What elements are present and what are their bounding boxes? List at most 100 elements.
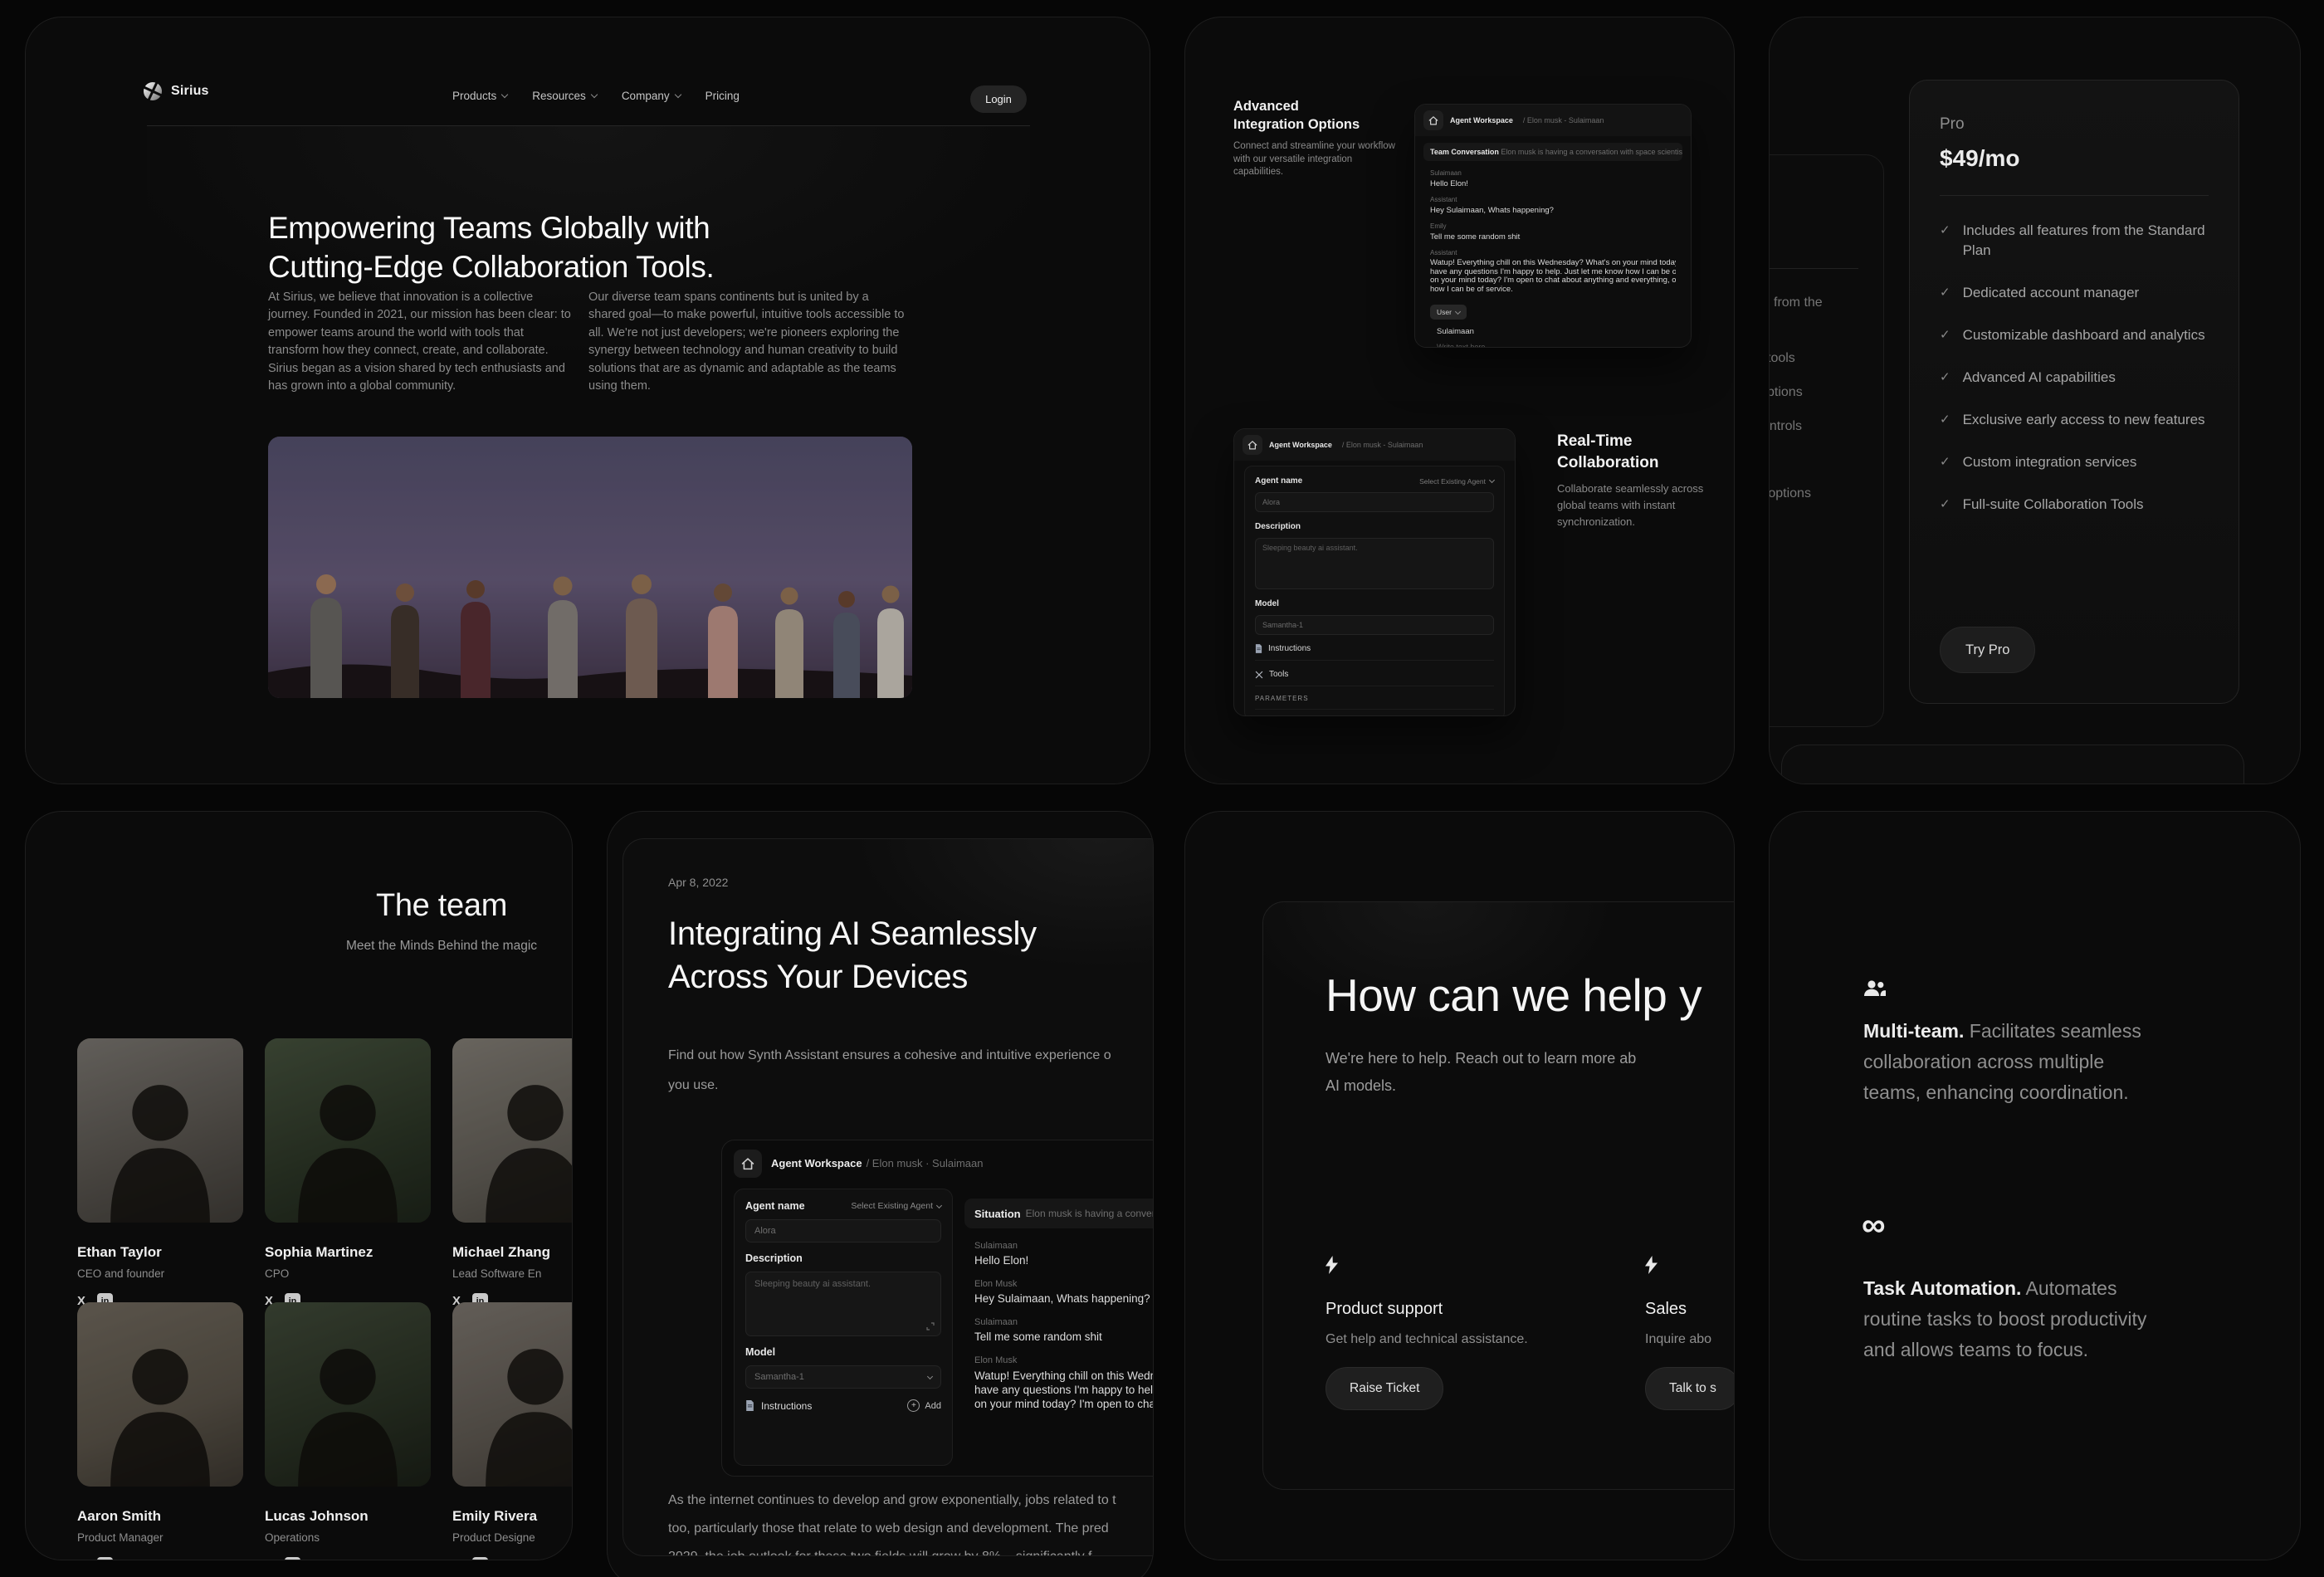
tools-row[interactable]: Tools: [1255, 670, 1494, 686]
message-author: Elon Musk: [974, 1279, 1018, 1289]
member-name: Aaron Smith: [77, 1508, 162, 1524]
description-label: Description: [745, 1252, 803, 1264]
workspace-header: Agent Workspace / Elon musk - Sulaimaan: [1415, 105, 1691, 136]
try-pro-button[interactable]: Try Pro: [1940, 627, 2036, 673]
hero-headline: Empowering Teams Globally with Cutting-E…: [268, 210, 715, 284]
chevron-down-icon: [590, 90, 598, 98]
check-icon: ✓: [1940, 497, 1950, 511]
x-social-icon[interactable]: X: [77, 1558, 85, 1560]
nav-item-pricing[interactable]: Pricing: [706, 90, 740, 102]
sales-desc: Inquire abo: [1645, 1332, 1712, 1346]
divider: [1940, 195, 2209, 196]
expand-icon[interactable]: [926, 1322, 935, 1330]
check-icon: ✓: [1940, 455, 1950, 469]
message-author: Emily: [1430, 222, 1447, 230]
breadcrumb-path: / Elon musk - Sulaimaan: [1522, 116, 1604, 124]
nav-item-company[interactable]: Company: [622, 90, 681, 102]
composer-input[interactable]: Write text here ...: [1437, 343, 1691, 347]
check-icon: ✓: [1940, 223, 1950, 237]
team-group-photo: [268, 437, 912, 698]
feature-row: ✓ Custom integration services: [1940, 452, 2209, 472]
agent-name-input[interactable]: Alora: [745, 1219, 941, 1243]
pro-plan-card: Pro $49/mo ✓ Includes all features from t…: [1909, 80, 2239, 704]
message-text: Hey Sulaimaan, Whats happening?: [1430, 206, 1554, 215]
blog-intro: Find out how Synth Assistant ensures a c…: [668, 1048, 1111, 1092]
message-line: on your mind today? I'm open to chat a: [974, 1398, 1154, 1410]
add-instruction-button[interactable]: + Add: [907, 1399, 941, 1412]
workspace-header: Agent Workspace / Elon musk · Sulaimaan: [734, 1150, 983, 1178]
description-textarea[interactable]: Sleeping beauty ai assistant.: [745, 1272, 941, 1336]
linkedin-icon[interactable]: in: [285, 1557, 301, 1560]
member-name: Lucas Johnson: [265, 1508, 369, 1524]
agent-name-label: Agent name: [745, 1200, 805, 1212]
sales-block: Sales Inquire abo Talk to s: [1645, 1256, 1734, 1410]
message-author: Assistant: [1430, 249, 1457, 256]
member-name: Ethan Taylor: [77, 1244, 162, 1260]
description-textarea[interactable]: Sleeping beauty ai assistant.: [1255, 538, 1494, 589]
talk-to-sales-button[interactable]: Talk to s: [1645, 1367, 1734, 1410]
hero-paragraph-1: At Sirius, we believe that innovation is…: [268, 290, 571, 393]
message-text: Tell me some random shit: [974, 1330, 1102, 1343]
chevron-down-icon: [935, 1202, 943, 1208]
model-input[interactable]: Samantha-1: [1255, 615, 1494, 635]
message-author: Elon Musk: [974, 1355, 1018, 1365]
blog-card[interactable]: Apr 8, 2022 Integrating AI Seamlessly Ac…: [622, 838, 1154, 1556]
blog-title: Integrating AI Seamlessly Across Your De…: [668, 915, 1037, 995]
agent-name-input[interactable]: Alora: [1255, 492, 1494, 512]
role-selector-dropdown[interactable]: User: [1430, 305, 1467, 320]
x-social-icon[interactable]: X: [265, 1558, 273, 1560]
feature-row: ✓ Includes all features from the Standard…: [1940, 221, 2209, 261]
sales-title: Sales: [1645, 1300, 1687, 1318]
message-line: how I can be of service.: [1430, 285, 1513, 294]
login-button[interactable]: Login: [970, 85, 1027, 113]
home-icon[interactable]: [1423, 110, 1443, 130]
team-grid: Ethan Taylor CEO and founder Xin Sophia …: [77, 1038, 572, 1560]
hero-paragraph-2: Our diverse team spans continents but is…: [588, 290, 905, 393]
feature-row: ✓ Full-suite Collaboration Tools: [1940, 495, 2209, 515]
message-author: Sulaimaan: [1430, 169, 1462, 177]
message-author: Assistant: [1430, 196, 1457, 203]
team-member: Emily Rivera Product Designe Xin: [452, 1302, 572, 1560]
breadcrumb: Agent Workspace: [1450, 116, 1513, 124]
nav-item-resources[interactable]: Resources: [532, 90, 598, 102]
x-social-icon[interactable]: X: [452, 1558, 461, 1560]
feature-row: ✓ Exclusive early access to new features: [1940, 410, 2209, 430]
breadcrumb-path: / Elon musk · Sulaimaan: [866, 1157, 984, 1169]
raise-ticket-button[interactable]: Raise Ticket: [1326, 1367, 1444, 1410]
conversation-banner: Team Conversation Elon musk is having a …: [1423, 143, 1682, 161]
chevron-down-icon: [926, 1373, 934, 1379]
brand[interactable]: Sirius: [142, 81, 209, 102]
message-text: Hey Sulaimaan, Whats happening?: [974, 1292, 1150, 1305]
instructions-row[interactable]: Instructions: [1255, 644, 1494, 661]
chevron-down-icon: [1454, 308, 1461, 315]
blog-panel: Apr 8, 2022 Integrating AI Seamlessly Ac…: [607, 811, 1154, 1577]
message-line: have any questions I'm happy to help. Ju…: [1430, 267, 1676, 276]
home-icon[interactable]: [1243, 435, 1262, 455]
description-label: Description: [1255, 522, 1301, 531]
member-role: Operations: [265, 1531, 320, 1544]
collab-title: Real-Time Collaboration: [1557, 432, 1659, 471]
instructions-row[interactable]: Instructions: [745, 1400, 812, 1412]
team-title: The team: [375, 888, 508, 923]
hero-panel: Sirius Products Resources Company Pricin…: [25, 17, 1150, 784]
linkedin-icon[interactable]: in: [472, 1557, 489, 1560]
nav-item-products[interactable]: Products: [452, 90, 509, 102]
feature-list: ✓ Includes all features from the Standard…: [1940, 221, 2209, 515]
people-icon: [1863, 980, 1887, 1001]
member-role: CPO: [265, 1267, 290, 1280]
infinity-icon: ∞: [1862, 1207, 1886, 1243]
situation-banner: Situation Elon musk is having a convers: [964, 1199, 1153, 1228]
home-icon[interactable]: [734, 1150, 762, 1178]
model-select[interactable]: Samantha-1: [745, 1365, 941, 1389]
linkedin-icon[interactable]: in: [97, 1557, 114, 1560]
select-existing-agent[interactable]: Select Existing Agent: [851, 1201, 943, 1211]
member-role: Product Designe: [452, 1531, 535, 1544]
feature-fragment: ontrols: [1769, 419, 1803, 433]
select-existing-agent[interactable]: Select Existing Agent: [1419, 477, 1496, 486]
chevron-down-icon: [501, 90, 509, 98]
help-subtitle: We're here to help. Reach out to learn m…: [1326, 1050, 1637, 1094]
plan-name: Pro: [1940, 115, 1965, 133]
team-header: The team Meet the Minds Behind the magic: [308, 888, 572, 954]
parameters-label: PARAMETERS: [1255, 695, 1494, 710]
message-author: Sulaimaan: [974, 1317, 1018, 1327]
